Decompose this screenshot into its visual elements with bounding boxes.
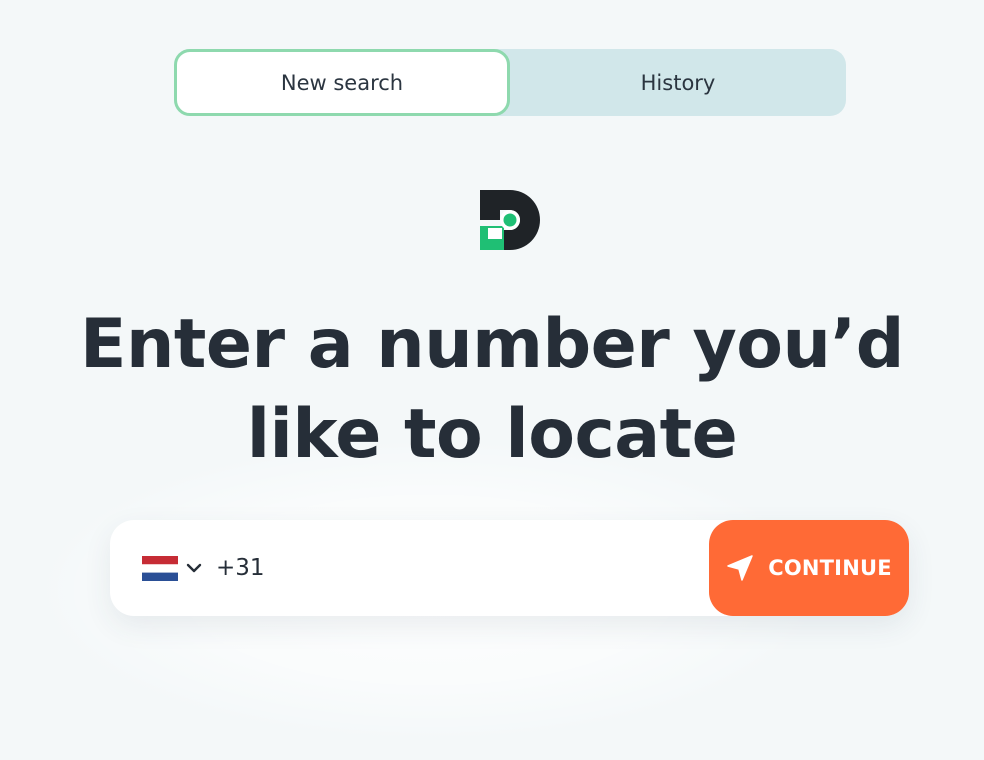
continue-label: CONTINUE <box>768 556 892 580</box>
location-pin-logo-icon <box>480 190 540 250</box>
tab-bar: New search History <box>174 49 846 116</box>
navigation-arrow-icon <box>727 555 753 581</box>
chevron-down-icon <box>186 563 202 573</box>
phone-number-input[interactable] <box>216 548 686 588</box>
tab-new-search[interactable]: New search <box>174 49 510 116</box>
page-headline: Enter a number you’d like to locate <box>0 300 984 480</box>
headline-line-2: like to locate <box>246 395 738 474</box>
country-code-select[interactable] <box>142 554 212 582</box>
tab-history[interactable]: History <box>510 49 846 116</box>
netherlands-flag-icon <box>142 555 178 581</box>
headline-line-1: Enter a number you’d <box>80 305 904 384</box>
continue-button[interactable]: CONTINUE <box>709 520 909 616</box>
